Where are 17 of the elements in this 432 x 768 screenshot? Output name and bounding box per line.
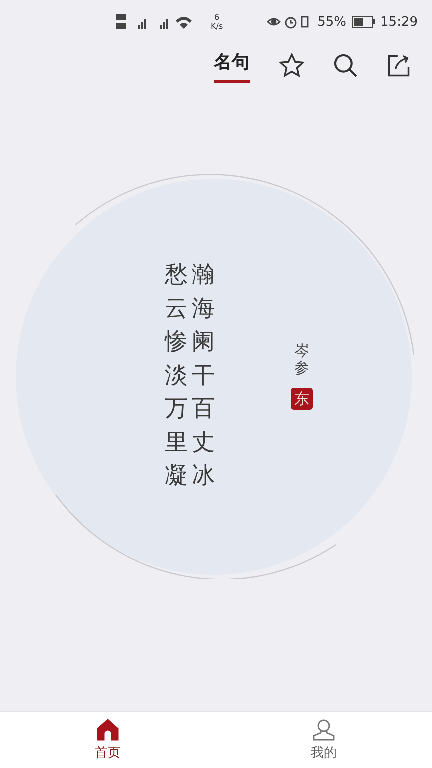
battery-percent: 55% — [318, 14, 347, 30]
share-icon[interactable] — [386, 53, 412, 79]
poem-author: 岑参 — [294, 343, 310, 376]
person-icon — [312, 718, 336, 742]
poem-line: 瀚海阑干百丈冰 — [192, 261, 215, 492]
home-icon — [96, 718, 120, 742]
search-icon[interactable] — [332, 52, 360, 80]
battery-icon — [352, 16, 376, 28]
nav-tab[interactable]: 首页 — [0, 712, 216, 768]
poem-line: 愁云惨淡万里凝 — [165, 261, 188, 492]
nav-tab[interactable]: 我的 — [216, 712, 432, 768]
clock-time: 15:29 — [380, 14, 418, 30]
star-icon[interactable] — [278, 52, 306, 80]
speed-value: 6 — [214, 13, 220, 22]
speed-unit: K/s — [211, 22, 224, 31]
seal-stamp: 东 — [291, 388, 313, 410]
header-tab[interactable]: 名句 — [214, 50, 250, 82]
